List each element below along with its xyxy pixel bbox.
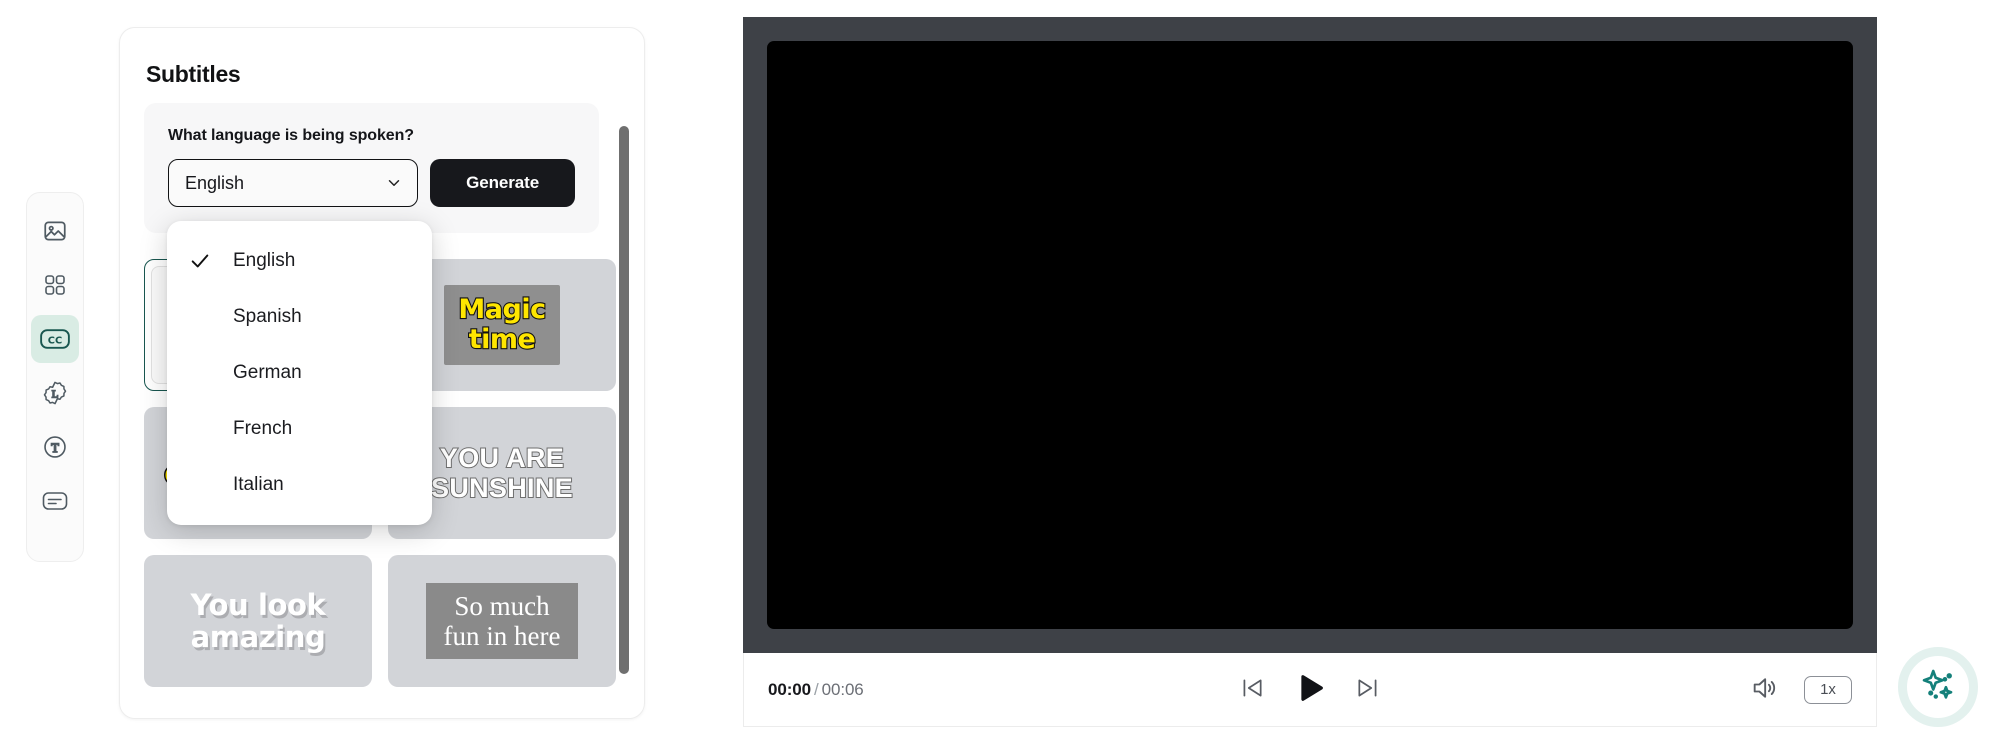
elements-icon: [43, 273, 67, 297]
style-preview-somuch: So much fun in here: [425, 582, 579, 660]
language-dropdown-menu: English Spanish German French Italian: [167, 221, 432, 525]
language-card: What language is being spoken? English G…: [144, 103, 599, 233]
preview-line-2: fun in here: [443, 621, 561, 651]
language-select-value: English: [185, 172, 245, 193]
skip-forward-button[interactable]: [1355, 675, 1381, 704]
preview-line-1: YOU ARE: [439, 442, 565, 474]
dropdown-item-english[interactable]: English: [167, 233, 432, 289]
dropdown-item-label: French: [233, 418, 293, 439]
time-display: 00:00/00:06: [768, 680, 864, 700]
dropdown-item-french[interactable]: French: [167, 401, 432, 457]
sidebar-item-captions[interactable]: [31, 477, 79, 525]
dropdown-item-label: English: [233, 250, 296, 271]
preview-line-2: amazing: [190, 620, 326, 654]
time-separator: /: [813, 679, 819, 699]
video-surface[interactable]: [767, 41, 1853, 629]
ai-assistant-button[interactable]: [1898, 647, 1978, 727]
logo-icon: L: [42, 380, 68, 406]
current-time: 00:00: [768, 679, 811, 699]
app-root: CC L T Subtitles What language is being …: [0, 0, 2000, 745]
play-button[interactable]: [1293, 671, 1327, 708]
dropdown-item-label: German: [233, 362, 302, 383]
page-title: Subtitles: [146, 61, 241, 87]
style-preview-youlook: You look amazing: [190, 587, 326, 654]
preview-line-1: You look: [190, 587, 326, 622]
media-icon: [42, 218, 68, 244]
playback-speed-label: 1x: [1820, 681, 1836, 698]
svg-text:L: L: [52, 388, 59, 400]
transport-controls: [1239, 671, 1381, 708]
dropdown-item-italian[interactable]: Italian: [167, 457, 432, 513]
player-right-controls: 1x: [1750, 674, 1852, 705]
language-question: What language is being spoken?: [168, 127, 414, 144]
duration: 00:06: [821, 679, 864, 699]
dropdown-item-spanish[interactable]: Spanish: [167, 289, 432, 345]
volume-button[interactable]: [1750, 674, 1778, 705]
language-row: English Generate: [168, 159, 575, 207]
style-preview-sunshine: YOU ARE SUNSHINE: [430, 442, 574, 504]
chevron-down-icon: [385, 174, 403, 192]
text-icon: T: [42, 434, 68, 460]
panel-scrollbar-thumb[interactable]: [619, 126, 629, 674]
skip-back-button[interactable]: [1239, 675, 1265, 704]
preview-line-2: SUNSHINE: [430, 472, 574, 504]
panel-scrollbar[interactable]: [618, 126, 630, 680]
preview-line-2: time: [468, 323, 537, 356]
play-icon: [1293, 671, 1327, 708]
preview-line-1: Magic: [457, 293, 547, 326]
check-icon: [189, 250, 233, 272]
dropdown-item-german[interactable]: German: [167, 345, 432, 401]
video-stage: [743, 17, 1877, 653]
dropdown-item-label: Italian: [233, 474, 284, 495]
dropdown-item-label: Spanish: [233, 306, 302, 327]
player-controls: 00:00/00:06 1x: [743, 653, 1877, 727]
cc-icon: CC: [40, 327, 70, 351]
volume-icon: [1750, 674, 1778, 705]
playback-speed-button[interactable]: 1x: [1804, 675, 1852, 704]
sidebar-item-subtitles[interactable]: CC: [31, 315, 79, 363]
sidebar-item-brand[interactable]: L: [31, 369, 79, 417]
preview-line-1: So much: [454, 590, 550, 621]
svg-text:T: T: [51, 441, 59, 455]
svg-text:CC: CC: [48, 335, 62, 346]
sparkle-icon: [1919, 666, 1957, 709]
subtitle-style-option[interactable]: So much fun in here: [388, 555, 616, 687]
skip-back-icon: [1239, 675, 1265, 704]
sidebar-item-text[interactable]: T: [31, 423, 79, 471]
captions-icon: [42, 489, 68, 513]
subtitle-style-option[interactable]: You look amazing: [144, 555, 372, 687]
left-toolbar: CC L T: [26, 192, 84, 562]
language-select[interactable]: English: [168, 159, 419, 207]
video-player: 00:00/00:06 1x: [743, 17, 1877, 727]
sidebar-item-elements[interactable]: [31, 261, 79, 309]
style-preview-magic: Magic time: [444, 284, 560, 366]
generate-button[interactable]: Generate: [430, 159, 575, 207]
sidebar-item-media[interactable]: [31, 207, 79, 255]
skip-forward-icon: [1355, 675, 1381, 704]
